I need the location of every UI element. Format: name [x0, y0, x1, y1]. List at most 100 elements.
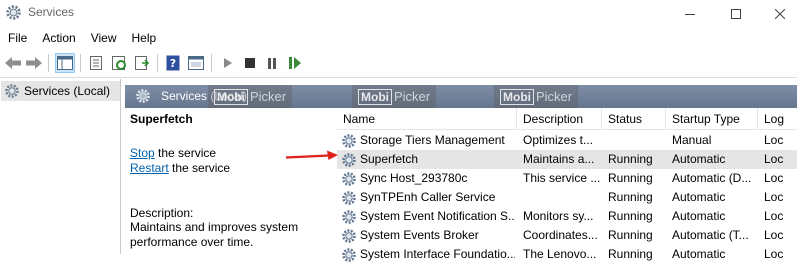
cell-logon: Loc	[764, 228, 784, 242]
show-hide-tree-button[interactable]	[55, 53, 75, 73]
cell-status: Running	[608, 247, 653, 261]
services-gear-icon	[4, 83, 20, 99]
description-heading: Description:	[130, 206, 194, 220]
restart-service-link[interactable]: Restart	[130, 161, 169, 175]
services-gear-icon	[5, 4, 22, 21]
close-icon	[775, 8, 785, 19]
services-list: Name Description Status Startup Type Log…	[337, 108, 797, 262]
cell-startup: Automatic	[672, 209, 726, 223]
cell-logon: Loc	[764, 209, 784, 223]
refresh-button[interactable]	[109, 53, 129, 73]
service-name: System Event Notification S...	[360, 209, 515, 223]
table-row[interactable]: Superfetch Maintains a... Running Automatic…	[337, 150, 797, 169]
service-name: Superfetch	[360, 152, 419, 166]
console-button[interactable]	[186, 53, 206, 73]
stop-service-button[interactable]	[240, 53, 260, 73]
tree-item-services-local[interactable]: Services (Local)	[1, 81, 120, 101]
restart-service-icon	[289, 57, 301, 69]
menu-bar: File Action View Help	[0, 27, 797, 49]
properties-button[interactable]	[86, 53, 106, 73]
start-service-icon	[224, 58, 232, 68]
description-text: Maintains and improves system performanc…	[130, 220, 299, 249]
minimize-button[interactable]	[667, 0, 713, 27]
forward-arrow-icon	[26, 57, 42, 69]
cell-description: Coordinates...	[523, 228, 598, 242]
export-list-button[interactable]	[132, 53, 152, 73]
window-title: Services	[28, 5, 75, 19]
column-header-name[interactable]: Name	[337, 108, 517, 130]
service-gear-icon	[341, 152, 357, 168]
minimize-icon	[685, 13, 695, 15]
close-button[interactable]	[757, 0, 797, 27]
table-row[interactable]: System Events Broker Coordinates... Runnin…	[337, 226, 797, 245]
table-row[interactable]: System Event Notification S... Monitors s…	[337, 207, 797, 226]
cell-name: System Events Broker	[341, 226, 515, 245]
refresh-icon	[112, 56, 126, 70]
back-button[interactable]	[3, 53, 23, 73]
forward-button[interactable]	[24, 53, 44, 73]
toolbar-separator	[211, 54, 212, 72]
title-bar: Services	[0, 0, 797, 27]
show-hide-tree-icon	[57, 56, 73, 70]
watermark: Mobi Picker	[494, 85, 579, 108]
toolbar-separator	[157, 54, 158, 72]
red-arrow-annotation	[285, 150, 338, 160]
toolbar-separator	[80, 54, 81, 72]
maximize-button[interactable]	[713, 0, 759, 27]
column-header-log-on-as[interactable]: Log	[758, 108, 797, 130]
table-row[interactable]: SynTPEnh Caller Service Running Automatic L…	[337, 188, 797, 207]
watermark: Mobi Picker	[208, 85, 293, 108]
cell-name: Superfetch	[341, 150, 515, 169]
cell-startup: Automatic	[672, 152, 726, 166]
cell-logon: Loc	[764, 171, 784, 185]
menu-view[interactable]: View	[85, 31, 123, 45]
restart-service-button[interactable]	[285, 53, 305, 73]
table-row[interactable]: Sync Host_293780c This service ... Running…	[337, 169, 797, 188]
pause-service-button[interactable]	[262, 53, 282, 73]
help-button[interactable]: ?	[163, 53, 183, 73]
table-row[interactable]: Storage Tiers Management Optimizes t... Ma…	[337, 131, 797, 150]
service-name: Storage Tiers Management	[360, 133, 505, 147]
menu-help[interactable]: Help	[126, 31, 163, 45]
service-gear-icon	[341, 133, 357, 149]
cell-name: SynTPEnh Caller Service	[341, 188, 515, 207]
column-header-status[interactable]: Status	[602, 108, 666, 130]
cell-name: Storage Tiers Management	[341, 131, 515, 150]
cell-description: Optimizes t...	[523, 133, 594, 147]
start-service-button[interactable]	[218, 53, 238, 73]
toolbar-separator	[48, 54, 49, 72]
restart-action: Restart the service	[130, 161, 230, 175]
console-icon	[188, 56, 204, 70]
service-gear-icon	[341, 247, 357, 263]
cell-status: Running	[608, 190, 653, 204]
help-icon: ?	[166, 55, 180, 71]
cell-startup: Manual	[672, 133, 712, 147]
action-suffix: the service	[154, 146, 217, 160]
cell-description: Maintains a...	[523, 152, 595, 166]
properties-icon	[90, 56, 102, 70]
toolbar: ?	[0, 49, 797, 78]
service-gear-icon	[341, 209, 357, 225]
cell-startup: Automatic (T...	[672, 228, 749, 242]
watermark: Mobi Picker	[352, 85, 437, 108]
table-row[interactable]: System Interface Foundatio... The Lenovo.…	[337, 245, 797, 264]
cell-status	[608, 131, 666, 150]
cell-status: Running	[608, 209, 653, 223]
cell-name: System Interface Foundatio...	[341, 245, 515, 264]
export-list-icon	[135, 56, 150, 70]
menu-file[interactable]: File	[2, 31, 33, 45]
selected-service-name: Superfetch	[130, 112, 193, 126]
console-tree: Services (Local)	[0, 79, 121, 254]
cell-description: Monitors sy...	[523, 209, 594, 223]
menu-action[interactable]: Action	[36, 31, 81, 45]
stop-service-link[interactable]: Stop	[130, 146, 155, 160]
cell-name: System Event Notification S...	[341, 207, 515, 226]
column-header-description[interactable]: Description	[517, 108, 602, 130]
service-name: SynTPEnh Caller Service	[360, 190, 496, 204]
tree-item-label: Services (Local)	[24, 84, 111, 98]
cell-logon: Loc	[764, 152, 784, 166]
extended-description-panel: Superfetch Stop the service Restart the …	[125, 108, 333, 254]
cell-logon: Loc	[764, 133, 784, 147]
cell-startup: Automatic (D...	[672, 171, 752, 185]
column-header-startup-type[interactable]: Startup Type	[666, 108, 758, 130]
